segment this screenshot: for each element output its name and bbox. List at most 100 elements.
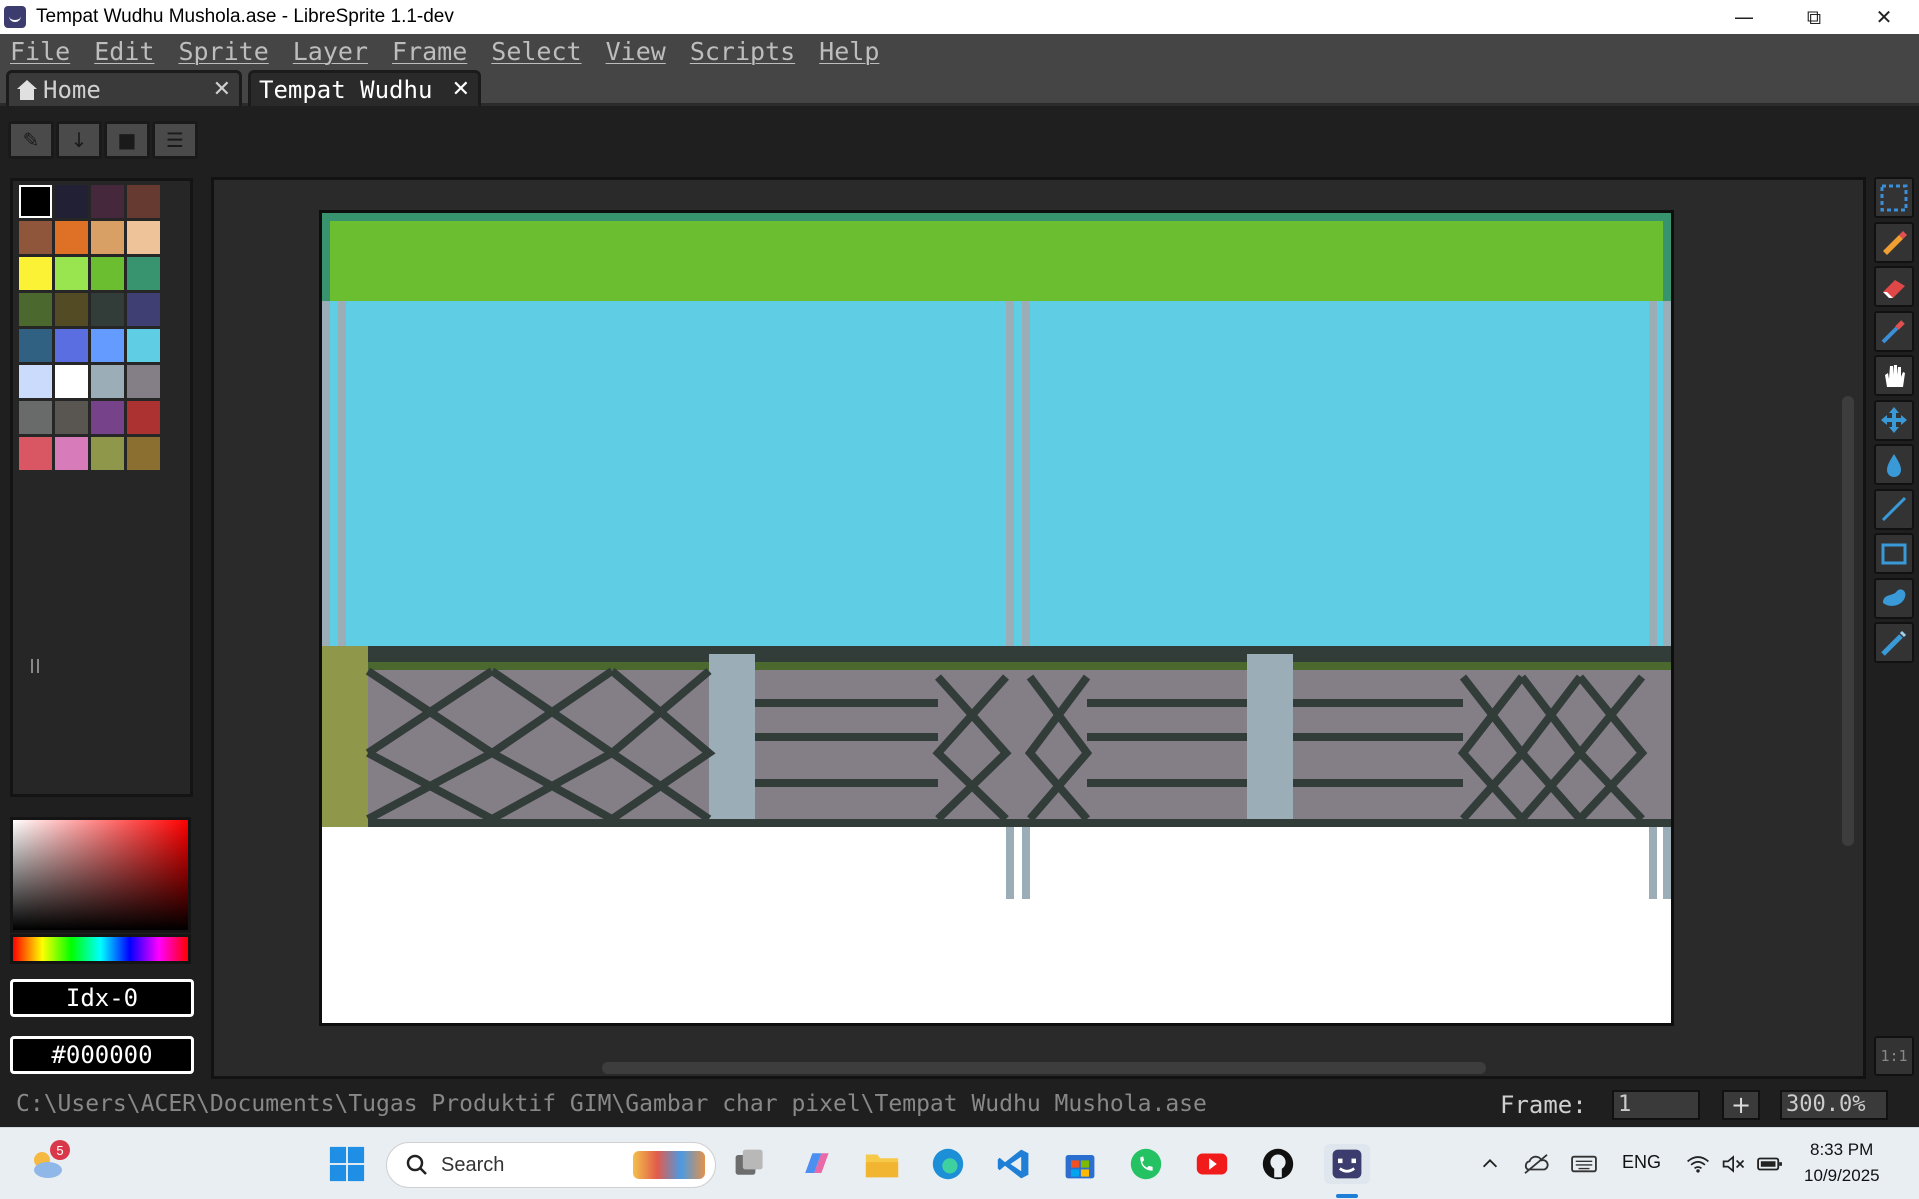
frame-input[interactable]: 1: [1612, 1090, 1700, 1120]
palette-swatch[interactable]: [91, 221, 124, 254]
language-indicator[interactable]: ENG: [1622, 1152, 1661, 1173]
hand-tool[interactable]: [1874, 355, 1914, 396]
zoom-reset-button[interactable]: 1:1: [1874, 1036, 1914, 1076]
palette-swatch[interactable]: [55, 437, 88, 470]
palette-swatch[interactable]: [91, 329, 124, 362]
sort-palette-button[interactable]: ↓: [56, 121, 102, 159]
youtube-button[interactable]: [1192, 1144, 1232, 1184]
onedrive-icon[interactable]: [1516, 1144, 1556, 1184]
task-view-button[interactable]: [730, 1144, 770, 1184]
zoom-input[interactable]: 300.0%: [1780, 1090, 1888, 1120]
palette-swatch[interactable]: [127, 437, 160, 470]
eyedropper-tool[interactable]: [1874, 310, 1914, 352]
paint-bucket-tool[interactable]: [1874, 444, 1914, 485]
palette-swatch[interactable]: [127, 401, 160, 434]
palette-swatch[interactable]: [55, 257, 88, 290]
minimize-button[interactable]: —: [1709, 0, 1779, 34]
move-tool[interactable]: [1874, 399, 1914, 441]
menu-select[interactable]: Select: [491, 37, 581, 66]
palette-swatch[interactable]: [55, 221, 88, 254]
tab-home-close-icon[interactable]: ✕: [213, 77, 231, 102]
tab-home[interactable]: Home ✕: [6, 70, 242, 106]
youtube-icon: [1196, 1153, 1228, 1175]
libresprite-taskbar-button[interactable]: [1324, 1144, 1370, 1198]
keyboard-icon[interactable]: [1564, 1144, 1604, 1184]
clock-date[interactable]: 10/9/2025: [1804, 1166, 1880, 1186]
palette-presets-button[interactable]: ■: [104, 121, 150, 159]
sprite-canvas[interactable]: [319, 210, 1674, 1026]
edge-button[interactable]: [928, 1144, 968, 1184]
palette-resize-grip[interactable]: [31, 659, 39, 673]
rectangle-tool[interactable]: [1874, 533, 1914, 574]
line-tool[interactable]: [1874, 488, 1914, 530]
store-button[interactable]: [1060, 1144, 1100, 1184]
fence-bar: [1293, 699, 1463, 707]
color-hex-field[interactable]: #000000: [10, 1036, 194, 1074]
palette-swatch[interactable]: [55, 365, 88, 398]
restore-button[interactable]: ⧉: [1779, 0, 1849, 34]
palette-swatch[interactable]: [127, 329, 160, 362]
palette-swatch[interactable]: [19, 293, 52, 326]
tray-chevron-icon[interactable]: [1470, 1144, 1510, 1184]
pencil-tool[interactable]: [1874, 221, 1914, 263]
palette-swatch[interactable]: [127, 185, 160, 218]
tab-tempat-wudhu[interactable]: Tempat Wudhu ✕: [248, 70, 481, 106]
palette-swatch[interactable]: [127, 221, 160, 254]
palette-swatch[interactable]: [19, 437, 52, 470]
menu-sprite[interactable]: Sprite: [178, 37, 268, 66]
add-frame-button[interactable]: +: [1722, 1090, 1760, 1120]
color-index-field[interactable]: Idx-0: [10, 979, 194, 1017]
menu-file[interactable]: File: [10, 37, 70, 66]
start-button[interactable]: [327, 1144, 367, 1184]
palette-swatch[interactable]: [19, 401, 52, 434]
palette-swatch[interactable]: [91, 185, 124, 218]
saturation-value-picker[interactable]: [10, 817, 191, 933]
whatsapp-button[interactable]: [1126, 1144, 1166, 1184]
palette-swatch[interactable]: [55, 329, 88, 362]
palette-swatch[interactable]: [19, 365, 52, 398]
volume-muted-icon[interactable]: [1714, 1144, 1754, 1184]
menu-view[interactable]: View: [606, 37, 666, 66]
palette-swatch[interactable]: [19, 329, 52, 362]
menu-frame[interactable]: Frame: [392, 37, 467, 66]
palette-swatch[interactable]: [55, 185, 88, 218]
palette-swatch[interactable]: [55, 293, 88, 326]
github-button[interactable]: [1258, 1144, 1298, 1184]
menu-edit[interactable]: Edit: [94, 37, 154, 66]
palette-swatch[interactable]: [91, 257, 124, 290]
palette-swatch[interactable]: [19, 257, 52, 290]
copilot-button[interactable]: [796, 1144, 836, 1184]
palette-swatch[interactable]: [91, 293, 124, 326]
taskbar-search[interactable]: Search: [386, 1142, 716, 1188]
battery-icon[interactable]: [1750, 1144, 1790, 1184]
horizontal-scrollbar[interactable]: [602, 1062, 1486, 1074]
menu-layer[interactable]: Layer: [293, 37, 368, 66]
contour-tool[interactable]: [1874, 577, 1914, 619]
eraser-tool[interactable]: [1874, 266, 1914, 307]
palette-swatch[interactable]: [127, 365, 160, 398]
tab-document-close-icon[interactable]: ✕: [452, 77, 470, 102]
palette-swatch[interactable]: [91, 437, 124, 470]
marquee-tool[interactable]: [1874, 177, 1914, 218]
palette-swatch[interactable]: [91, 401, 124, 434]
palette-swatch[interactable]: [19, 185, 52, 218]
palette-swatch[interactable]: [55, 401, 88, 434]
menu-help[interactable]: Help: [819, 37, 879, 66]
vscode-button[interactable]: [994, 1144, 1034, 1184]
edit-palette-button[interactable]: ✎: [8, 121, 54, 159]
palette-options-button[interactable]: ☰: [152, 121, 198, 159]
clock-time[interactable]: 8:33 PM: [1810, 1140, 1873, 1160]
palette-swatch[interactable]: [19, 221, 52, 254]
close-button[interactable]: ✕: [1849, 0, 1919, 34]
weather-widget[interactable]: 5: [26, 1140, 70, 1184]
hue-slider[interactable]: [10, 934, 191, 964]
eraser-icon: [1883, 279, 1905, 298]
menu-scripts[interactable]: Scripts: [690, 37, 795, 66]
palette-swatch[interactable]: [127, 257, 160, 290]
blur-tool[interactable]: [1874, 622, 1914, 663]
palette-swatch[interactable]: [127, 293, 160, 326]
palette-swatch[interactable]: [91, 365, 124, 398]
file-explorer-button[interactable]: [862, 1144, 902, 1184]
wifi-icon[interactable]: [1678, 1144, 1718, 1184]
vertical-scrollbar[interactable]: [1842, 396, 1854, 846]
